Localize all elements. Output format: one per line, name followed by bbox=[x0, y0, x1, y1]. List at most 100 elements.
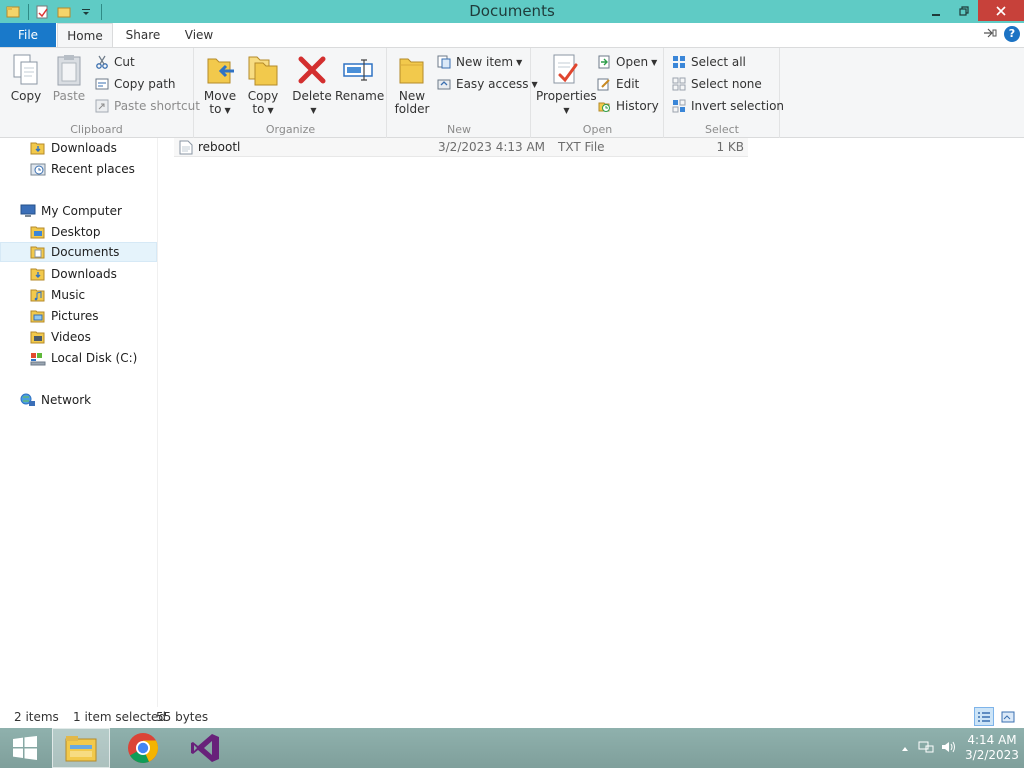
start-button[interactable] bbox=[0, 728, 50, 768]
open-group: Properties ▼ Open ▼ Edit History Open bbox=[532, 48, 664, 138]
organize-group-label: Organize bbox=[265, 123, 316, 136]
open-group-label: Open bbox=[582, 123, 613, 136]
organize-group: Move to ▼ Copy to ▼ Delete ▼ Rename Organi… bbox=[195, 48, 387, 138]
qat-separator bbox=[101, 3, 102, 20]
file-name: rebootl bbox=[198, 140, 241, 154]
clipboard-group-label: Clipboard bbox=[70, 123, 123, 136]
easy-access-button[interactable]: Easy access ▼ bbox=[436, 74, 538, 94]
status-bar: 2 items 1 item selected 55 bytes bbox=[0, 707, 1024, 728]
taskbar: 4:14 AM 3/2/2023 bbox=[0, 728, 1024, 768]
music-folder-icon bbox=[30, 287, 46, 303]
copy-icon bbox=[9, 52, 43, 88]
new-group: New folder New item ▼ Easy access ▼ New bbox=[388, 48, 538, 138]
properties-icon bbox=[548, 52, 582, 88]
select-all-button[interactable]: Select all bbox=[671, 52, 746, 72]
title-bar: Documents bbox=[0, 0, 1024, 23]
selection-count: 1 item selected bbox=[73, 710, 167, 724]
new-folder-icon bbox=[395, 52, 429, 88]
move-to-icon bbox=[203, 52, 237, 88]
nav-item-pictures[interactable]: Pictures bbox=[0, 306, 157, 326]
network-icon bbox=[20, 392, 36, 408]
new-item-icon bbox=[436, 54, 452, 70]
invert-selection-button[interactable]: Invert selection bbox=[671, 96, 784, 116]
paste-shortcut-button[interactable]: Paste shortcut bbox=[94, 96, 200, 116]
nav-item-music[interactable]: Music bbox=[0, 285, 157, 305]
help-icon[interactable]: ? bbox=[1004, 26, 1020, 42]
text-file-icon bbox=[179, 140, 193, 155]
new-group-label: New bbox=[447, 123, 471, 136]
ribbon-tabs: File Home Share View ? bbox=[0, 23, 1024, 48]
close-button[interactable] bbox=[978, 0, 1024, 21]
tab-view[interactable]: View bbox=[174, 23, 224, 47]
cut-button[interactable]: Cut bbox=[94, 52, 135, 72]
table-row[interactable]: rebootl 3/2/2023 4:13 AM TXT File 1 KB bbox=[174, 138, 748, 157]
copy-path-button[interactable]: Copy path bbox=[94, 74, 176, 94]
properties-icon[interactable] bbox=[33, 3, 51, 21]
nav-item-local-disk[interactable]: Local Disk (C:) bbox=[0, 348, 157, 368]
file-type: TXT File bbox=[558, 140, 605, 154]
paste-button[interactable]: Paste bbox=[50, 52, 88, 103]
copy-to-button[interactable]: Copy to ▼ bbox=[245, 52, 281, 117]
tab-file[interactable]: File bbox=[0, 23, 56, 47]
hard-drive-icon bbox=[30, 350, 46, 366]
large-icons-view-icon bbox=[1001, 711, 1015, 722]
clock[interactable]: 4:14 AM 3/2/2023 bbox=[960, 733, 1024, 763]
select-none-button[interactable]: Select none bbox=[671, 74, 762, 94]
chrome-icon bbox=[128, 733, 158, 763]
nav-item-downloads-favorites[interactable]: Downloads bbox=[0, 138, 157, 158]
delete-button[interactable]: Delete ▼ bbox=[292, 52, 332, 117]
new-folder-icon[interactable] bbox=[55, 3, 73, 21]
taskbar-visual-studio[interactable] bbox=[176, 728, 234, 768]
nav-item-network[interactable]: Network bbox=[0, 390, 157, 410]
delete-icon bbox=[295, 52, 329, 88]
scissors-icon bbox=[94, 54, 110, 70]
new-item-button[interactable]: New item ▼ bbox=[436, 52, 522, 72]
system-tray: 4:14 AM 3/2/2023 bbox=[896, 728, 1024, 768]
edit-button[interactable]: Edit bbox=[596, 74, 639, 94]
taskbar-chrome[interactable] bbox=[114, 728, 172, 768]
open-button[interactable]: Open ▼ bbox=[596, 52, 657, 72]
nav-item-videos[interactable]: Videos bbox=[0, 327, 157, 347]
tab-home[interactable]: Home bbox=[57, 23, 113, 48]
nav-item-documents[interactable]: Documents bbox=[0, 242, 157, 262]
show-hidden-icons-icon[interactable] bbox=[896, 741, 914, 755]
selection-size: 55 bytes bbox=[156, 710, 209, 724]
history-icon bbox=[596, 98, 612, 114]
restore-button[interactable] bbox=[950, 0, 978, 21]
new-folder-button[interactable]: New folder bbox=[394, 52, 430, 116]
visual-studio-icon bbox=[191, 734, 219, 762]
pictures-folder-icon bbox=[30, 308, 46, 324]
nav-item-recent-places[interactable]: Recent places bbox=[0, 159, 157, 179]
downloads-folder-icon bbox=[30, 266, 46, 282]
pin-ribbon-icon[interactable] bbox=[982, 27, 998, 42]
tab-share[interactable]: Share bbox=[116, 23, 170, 47]
nav-item-desktop[interactable]: Desktop bbox=[0, 222, 157, 242]
file-size: 1 KB bbox=[716, 140, 744, 154]
large-icons-view-button[interactable] bbox=[998, 707, 1018, 726]
explorer-icon[interactable] bbox=[4, 3, 22, 21]
paste-shortcut-icon bbox=[94, 98, 110, 114]
move-to-button[interactable]: Move to ▼ bbox=[202, 52, 238, 117]
rename-button[interactable]: Rename bbox=[335, 52, 384, 103]
clock-time: 4:14 AM bbox=[967, 733, 1017, 747]
copy-button[interactable]: Copy bbox=[8, 52, 44, 103]
open-icon bbox=[596, 54, 612, 70]
downloads-folder-icon bbox=[30, 140, 46, 156]
file-explorer-icon bbox=[65, 736, 97, 762]
history-button[interactable]: History bbox=[596, 96, 659, 116]
view-buttons bbox=[974, 707, 1018, 726]
volume-icon[interactable] bbox=[938, 740, 960, 757]
minimize-icon bbox=[932, 13, 940, 16]
documents-folder-icon bbox=[30, 244, 46, 260]
network-tray-icon[interactable] bbox=[914, 740, 938, 757]
nav-item-my-computer[interactable]: My Computer bbox=[0, 201, 157, 221]
properties-button[interactable]: Properties ▼ bbox=[536, 52, 597, 117]
nav-item-downloads[interactable]: Downloads bbox=[0, 264, 157, 284]
paste-icon bbox=[52, 52, 86, 88]
minimize-button[interactable] bbox=[922, 0, 950, 21]
taskbar-file-explorer[interactable] bbox=[52, 728, 110, 768]
recent-places-icon bbox=[30, 161, 46, 177]
details-view-button[interactable] bbox=[974, 707, 994, 726]
customize-qat-icon[interactable] bbox=[77, 3, 95, 21]
invert-selection-icon bbox=[671, 98, 687, 114]
